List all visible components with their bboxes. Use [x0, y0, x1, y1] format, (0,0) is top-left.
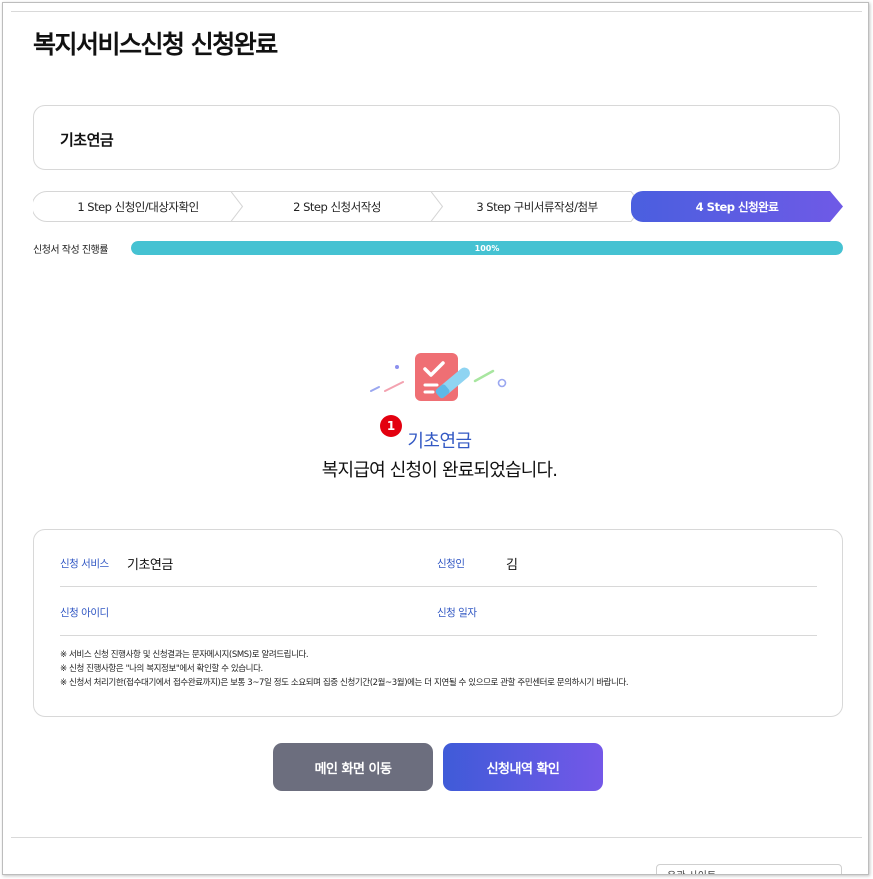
application-history-button[interactable]: 신청내역 확인 — [443, 743, 603, 791]
notice-line: ※ 신청 진행사항은 "나의 복지정보"에서 확인할 수 있습니다. — [60, 664, 263, 674]
step-1-label: 1 Step 신청인/대상자확인 — [77, 199, 199, 214]
service-label: 신청 서비스 — [60, 558, 109, 570]
completed-service-name: 기초연금 — [407, 431, 472, 452]
checklist-pen-icon — [370, 353, 507, 401]
page-frame: 복지서비스신청 신청완료 기초연금 1 Step 신청인/대상자확인 2 Ste… — [2, 2, 869, 875]
step-3-label: 3 Step 구비서류작성/첨부 — [476, 199, 598, 214]
service-value: 기초연금 — [127, 558, 173, 573]
completion-message: 복지급여 신청이 완료되었습니다. — [321, 460, 558, 481]
top-divider — [11, 11, 862, 12]
related-sites-label: 유관 사이트 — [667, 867, 716, 874]
notice-line: ※ 신청서 처리기한(접수대기에서 접수완료까지)은 보통 3~7일 정도 소요… — [60, 678, 629, 688]
step-2-label: 2 Step 신청서작성 — [293, 199, 381, 214]
page-title: 복지서비스신청 신청완료 — [33, 30, 278, 59]
related-sites-select[interactable]: 유관 사이트 — [656, 864, 842, 874]
info-divider — [60, 586, 817, 587]
id-label: 신청 아이디 — [60, 607, 109, 619]
step-1: 1 Step 신청인/대상자확인 — [33, 191, 243, 222]
step-3: 3 Step 구비서류작성/첨부 — [431, 191, 643, 222]
notice-line: ※ 서비스 신청 진행사항 및 신청결과는 문자메시지(SMS)로 알려드립니다… — [60, 650, 309, 660]
progress-label: 신청서 작성 진행률 — [33, 245, 108, 256]
application-info-box: 신청 서비스 기초연금 신청인 김 신청 아이디 신청 일자 ※ 서비스 신청 … — [33, 529, 843, 717]
service-name-box: 기초연금 — [33, 105, 840, 170]
step-4-label: 4 Step 신청완료 — [695, 199, 779, 214]
step-indicator: 1 Step 신청인/대상자확인 2 Step 신청서작성 3 Step 구비서… — [33, 191, 843, 222]
progress-percent: 100% — [474, 243, 500, 253]
progress-bar: 100% — [131, 241, 843, 255]
main-screen-button[interactable]: 메인 화면 이동 — [273, 743, 433, 791]
step-2: 2 Step 신청서작성 — [231, 191, 443, 222]
applicant-label: 신청인 — [437, 558, 465, 570]
progress-fill: 100% — [131, 241, 843, 255]
date-label: 신청 일자 — [437, 607, 477, 619]
info-divider — [60, 635, 817, 636]
applicant-value: 김 — [506, 558, 518, 573]
service-name: 기초연금 — [60, 131, 114, 149]
step-4-active: 4 Step 신청완료 — [631, 191, 843, 222]
bottom-divider — [11, 837, 862, 838]
